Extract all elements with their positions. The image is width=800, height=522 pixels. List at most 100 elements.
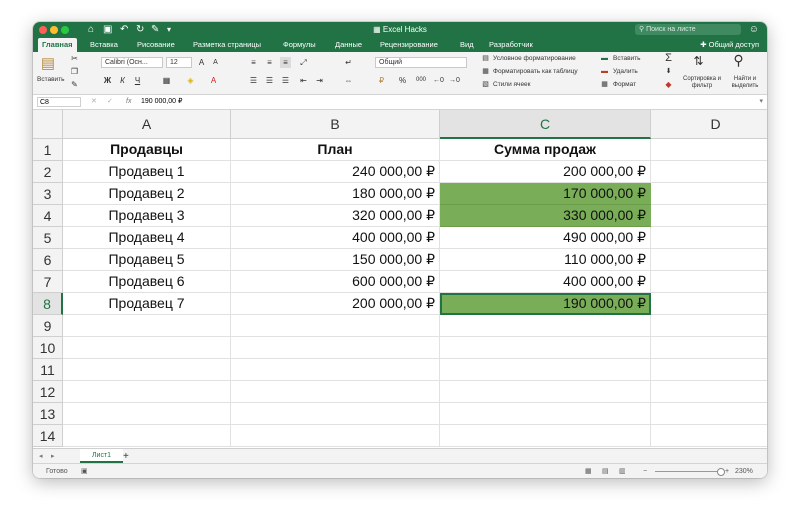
cell-b13[interactable] bbox=[231, 403, 440, 425]
increase-font-icon[interactable]: A bbox=[196, 57, 207, 68]
row-header-11[interactable]: 11 bbox=[33, 359, 63, 381]
increase-decimal-icon[interactable]: ←0 bbox=[433, 75, 444, 86]
cell-b14[interactable] bbox=[231, 425, 440, 447]
format-painter-icon[interactable]: ✎ bbox=[69, 79, 80, 90]
align-left-icon[interactable]: ☰ bbox=[248, 75, 259, 86]
cell-b8[interactable]: 200 000,00 ₽ bbox=[231, 293, 440, 315]
zoom-in-icon[interactable]: + bbox=[725, 464, 729, 478]
format-cells-icon[interactable]: ▦ bbox=[599, 79, 610, 90]
cell-a2[interactable]: Продавец 1 bbox=[63, 161, 231, 183]
cell-c12[interactable] bbox=[440, 381, 651, 403]
cell-a8[interactable]: Продавец 7 bbox=[63, 293, 231, 315]
italic-button[interactable]: К bbox=[117, 75, 128, 86]
column-header-d[interactable]: D bbox=[651, 110, 767, 139]
paste-label[interactable]: Вставить bbox=[37, 76, 65, 84]
cell-b7[interactable]: 600 000,00 ₽ bbox=[231, 271, 440, 293]
cell-c10[interactable] bbox=[440, 337, 651, 359]
paste-icon[interactable]: ▤ bbox=[39, 55, 57, 73]
share-button[interactable]: ✚ Общий доступ bbox=[700, 38, 759, 52]
fill-icon[interactable]: ⬇ bbox=[663, 66, 674, 77]
row-header-4[interactable]: 4 bbox=[33, 205, 63, 227]
cell-a4[interactable]: Продавец 3 bbox=[63, 205, 231, 227]
tab-draw[interactable]: Рисование bbox=[137, 38, 175, 52]
cell-b2[interactable]: 240 000,00 ₽ bbox=[231, 161, 440, 183]
cut-icon[interactable]: ✂ bbox=[69, 53, 80, 64]
align-top-icon[interactable]: ≡ bbox=[248, 57, 259, 68]
cell-d1[interactable] bbox=[651, 139, 767, 161]
tab-data[interactable]: Данные bbox=[335, 38, 362, 52]
thousands-separator-button[interactable]: 000 bbox=[413, 75, 429, 86]
tab-developer[interactable]: Разработчик bbox=[489, 38, 533, 52]
cell-a3[interactable]: Продавец 2 bbox=[63, 183, 231, 205]
page-layout-view-icon[interactable]: ▤ bbox=[602, 464, 609, 478]
cell-b12[interactable] bbox=[231, 381, 440, 403]
tab-formulas[interactable]: Формулы bbox=[283, 38, 316, 52]
cell-d3[interactable] bbox=[651, 183, 767, 205]
name-box[interactable]: C8 bbox=[37, 97, 81, 107]
align-middle-icon[interactable]: ≡ bbox=[264, 57, 275, 68]
column-header-a[interactable]: A bbox=[63, 110, 231, 139]
cell-a13[interactable] bbox=[63, 403, 231, 425]
cell-b9[interactable] bbox=[231, 315, 440, 337]
cell-d10[interactable] bbox=[651, 337, 767, 359]
cell-c8[interactable]: 190 000,00 ₽ bbox=[440, 293, 651, 315]
cell-c7[interactable]: 400 000,00 ₽ bbox=[440, 271, 651, 293]
function-icon[interactable]: fx bbox=[126, 95, 131, 109]
decrease-font-icon[interactable]: A bbox=[210, 57, 221, 68]
sort-filter-button[interactable]: Сортировка и фильтр bbox=[683, 76, 721, 90]
find-select-icon[interactable]: ⚲ bbox=[733, 53, 744, 67]
cell-c5[interactable]: 490 000,00 ₽ bbox=[440, 227, 651, 249]
cell-d14[interactable] bbox=[651, 425, 767, 447]
row-header-14[interactable]: 14 bbox=[33, 425, 63, 447]
column-header-b[interactable]: B bbox=[231, 110, 440, 139]
borders-icon[interactable]: ▦ bbox=[161, 75, 172, 86]
cell-a1[interactable]: Продавцы bbox=[63, 139, 231, 161]
zoom-slider[interactable] bbox=[655, 471, 721, 472]
find-select-button[interactable]: Найти и выделить bbox=[727, 76, 763, 90]
tab-insert[interactable]: Вставка bbox=[90, 38, 118, 52]
zoom-out-icon[interactable]: − bbox=[643, 464, 647, 478]
cell-d11[interactable] bbox=[651, 359, 767, 381]
align-bottom-icon[interactable]: ≡ bbox=[280, 57, 291, 68]
cell-a6[interactable]: Продавец 5 bbox=[63, 249, 231, 271]
cell-a11[interactable] bbox=[63, 359, 231, 381]
spreadsheet-grid[interactable]: A B C D 1 Продавцы План Сумма продаж 2 Продавец 1… bbox=[33, 110, 767, 460]
fill-color-icon[interactable]: ◈ bbox=[185, 75, 196, 86]
cell-c6[interactable]: 110 000,00 ₽ bbox=[440, 249, 651, 271]
row-header-9[interactable]: 9 bbox=[33, 315, 63, 337]
cell-d8[interactable] bbox=[651, 293, 767, 315]
cell-d9[interactable] bbox=[651, 315, 767, 337]
normal-view-icon[interactable]: ▦ bbox=[585, 464, 592, 478]
cell-a5[interactable]: Продавец 4 bbox=[63, 227, 231, 249]
bold-button[interactable]: Ж bbox=[102, 75, 113, 86]
cell-b5[interactable]: 400 000,00 ₽ bbox=[231, 227, 440, 249]
percent-button[interactable]: % bbox=[397, 75, 408, 86]
sheet-tab-1[interactable]: Лист1 bbox=[80, 449, 123, 463]
decrease-indent-icon[interactable]: ⇤ bbox=[298, 75, 309, 86]
cell-d7[interactable] bbox=[651, 271, 767, 293]
next-sheet-icon[interactable]: ▸ bbox=[51, 449, 55, 464]
insert-cells-button[interactable]: Вставить bbox=[613, 55, 641, 63]
column-header-c[interactable]: C bbox=[440, 110, 651, 139]
delete-cells-button[interactable]: Удалить bbox=[613, 68, 638, 76]
cell-a9[interactable] bbox=[63, 315, 231, 337]
confirm-formula-icon[interactable]: ✓ bbox=[107, 95, 113, 109]
cell-c2[interactable]: 200 000,00 ₽ bbox=[440, 161, 651, 183]
row-header-13[interactable]: 13 bbox=[33, 403, 63, 425]
cell-c3[interactable]: 170 000,00 ₽ bbox=[440, 183, 651, 205]
page-break-view-icon[interactable]: ▥ bbox=[619, 464, 626, 478]
tab-home[interactable]: Главная bbox=[38, 38, 77, 52]
delete-cells-icon[interactable]: ▬ bbox=[599, 66, 610, 77]
row-header-5[interactable]: 5 bbox=[33, 227, 63, 249]
cell-b6[interactable]: 150 000,00 ₽ bbox=[231, 249, 440, 271]
expand-formula-icon[interactable]: ▾ bbox=[759, 95, 763, 109]
cancel-formula-icon[interactable]: ✕ bbox=[91, 95, 97, 109]
row-header-3[interactable]: 3 bbox=[33, 183, 63, 205]
underline-button[interactable]: Ч bbox=[132, 75, 143, 86]
conditional-format-button[interactable]: Условное форматирование bbox=[493, 55, 576, 63]
add-sheet-button[interactable]: + bbox=[123, 449, 129, 464]
tab-review[interactable]: Рецензирование bbox=[380, 38, 438, 52]
row-header-7[interactable]: 7 bbox=[33, 271, 63, 293]
search-input[interactable]: ⚲ Поиск на листе bbox=[635, 24, 741, 35]
prev-sheet-icon[interactable]: ◂ bbox=[39, 449, 43, 464]
